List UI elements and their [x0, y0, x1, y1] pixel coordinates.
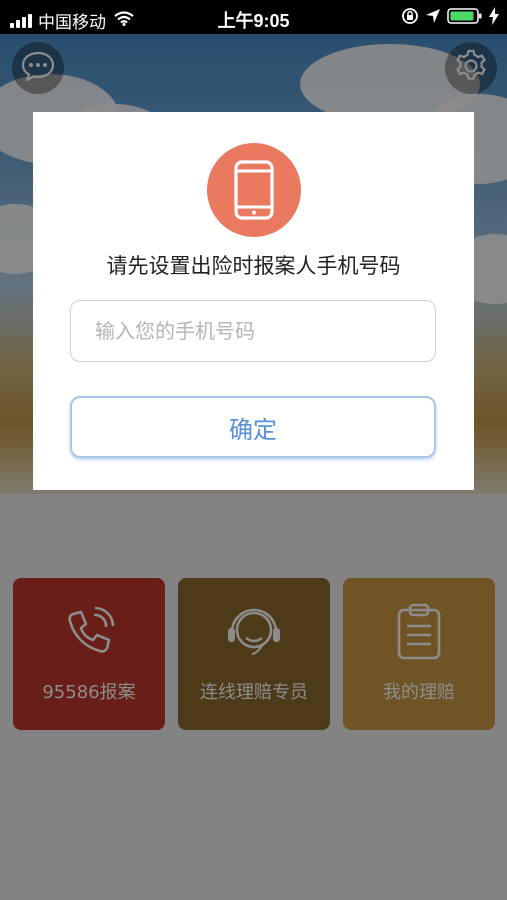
phone-number-input[interactable]	[70, 300, 436, 362]
wifi-icon	[114, 10, 134, 31]
status-bar: 中国移动 上午9:05	[0, 0, 507, 34]
charging-icon	[489, 7, 499, 30]
mobile-phone-icon	[207, 143, 301, 237]
carrier-name: 中国移动	[38, 13, 106, 32]
battery-icon	[447, 7, 483, 30]
location-icon	[425, 8, 441, 29]
orientation-lock-icon	[401, 7, 419, 30]
carrier-group: 中国移动	[10, 8, 134, 33]
status-right-icons	[401, 7, 499, 30]
signal-icon	[10, 13, 32, 28]
confirm-button[interactable]: 确定	[70, 396, 436, 458]
dialog-title: 请先设置出险时报案人手机号码	[106, 254, 401, 278]
phone-setup-dialog: 请先设置出险时报案人手机号码 确定	[33, 112, 474, 490]
